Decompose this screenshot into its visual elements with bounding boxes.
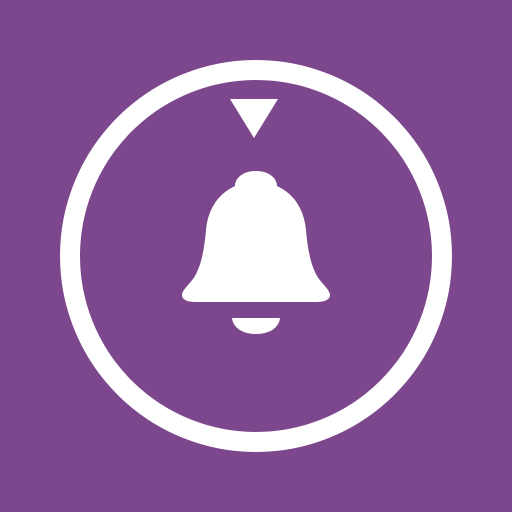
bell-alert-icon [0, 0, 512, 512]
app-icon [0, 0, 512, 512]
